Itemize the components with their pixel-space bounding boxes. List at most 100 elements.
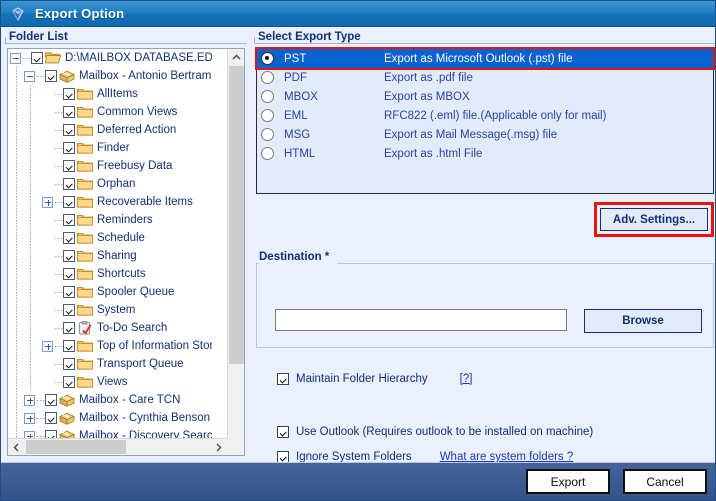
tree-item[interactable]: D:\MAILBOX DATABASE.EDB [8,49,212,67]
tree-item[interactable]: Recoverable Items [8,193,212,211]
export-type-name: MSG [284,129,384,141]
tree-item-checkbox[interactable] [63,160,75,172]
tree-item[interactable]: Finder [8,139,212,157]
tree-item[interactable]: Mailbox - Care TCN [8,391,212,409]
tree-expander-spacer [42,161,53,172]
tree-item[interactable]: Mailbox - Antonio Bertram [8,67,212,85]
tree-item[interactable]: Reminders [8,211,212,229]
tree-guide-line [30,85,31,391]
tree-item[interactable]: To-Do Search [8,319,212,337]
tree-item-label: AllItems [96,88,138,100]
export-button[interactable]: Export [526,469,610,494]
tree-item-checkbox[interactable] [63,268,75,280]
tree-item-checkbox[interactable] [45,70,57,82]
tree-item-checkbox[interactable] [63,232,75,244]
export-type-row-pdf[interactable]: PDFExport as .pdf file [257,68,713,87]
tree-item-checkbox[interactable] [63,196,75,208]
folder-icon [77,105,93,119]
tree-item[interactable]: Freebusy Data [8,157,212,175]
collapse-minus-icon[interactable] [10,53,21,64]
export-type-description: Export as Mail Message(.msg) file [384,129,713,141]
export-type-radio[interactable] [261,71,274,84]
tree-hscroll-thumb[interactable] [26,440,126,454]
export-type-row-html[interactable]: HTMLExport as .html File [257,144,713,163]
tree-item[interactable]: Deferred Action [8,121,212,139]
export-type-description: Export as .html File [384,148,713,160]
tree-connector [55,148,63,149]
scroll-up-button[interactable] [228,49,245,66]
destination-input[interactable] [275,309,567,331]
export-type-row-mbox[interactable]: MBOXExport as MBOX [257,87,713,106]
tree-item-label: Mailbox - Antonio Bertram [78,70,211,82]
maintain-folder-hierarchy-checkbox[interactable] [277,373,289,385]
tree-item-checkbox[interactable] [63,250,75,262]
tree-horizontal-scrollbar[interactable] [8,438,227,455]
expand-plus-icon[interactable] [24,413,35,424]
tree-item-checkbox[interactable] [63,106,75,118]
collapse-minus-icon[interactable] [24,71,35,82]
mailbox-icon [59,411,75,425]
export-type-list[interactable]: PSTExport as Microsoft Outlook (.pst) fi… [256,48,714,194]
tree-item[interactable]: Views [8,373,212,391]
folder-icon [77,285,93,299]
tree-item[interactable]: Sharing [8,247,212,265]
export-type-radio[interactable] [261,128,274,141]
tree-item[interactable]: Common Views [8,103,212,121]
tree-item-checkbox[interactable] [45,412,57,424]
tree-item[interactable]: Top of Information Store [8,337,212,355]
tree-connector [23,58,31,59]
tree-item[interactable]: Transport Queue [8,355,212,373]
tree-item-checkbox[interactable] [63,88,75,100]
tree-item[interactable]: Orphan [8,175,212,193]
maintain-folder-hierarchy-option[interactable]: Maintain Folder Hierarchy [?] [277,373,472,385]
tree-item-checkbox[interactable] [45,394,57,406]
tree-vertical-scrollbar[interactable] [227,49,244,455]
folder-list-label: Folder List [9,31,68,43]
tree-item-checkbox[interactable] [31,52,43,64]
tree-connector [55,238,63,239]
tree-item-checkbox[interactable] [63,124,75,136]
export-type-radio[interactable] [261,147,274,160]
export-type-row-msg[interactable]: MSGExport as Mail Message(.msg) file [257,125,713,144]
cancel-button[interactable]: Cancel [623,469,707,494]
adv-settings-button[interactable]: Adv. Settings... [600,208,708,231]
export-type-row-eml[interactable]: EMLRFC822 (.eml) file.(Applicable only f… [257,106,713,125]
tree-item-checkbox[interactable] [63,178,75,190]
folder-tree[interactable]: D:\MAILBOX DATABASE.EDB Mailbox - Antonio… [7,48,245,456]
tree-item[interactable]: Schedule [8,229,212,247]
tree-item[interactable]: Spooler Queue [8,283,212,301]
tree-guide-line [16,67,17,439]
export-type-row-pst[interactable]: PSTExport as Microsoft Outlook (.pst) fi… [257,49,713,68]
tree-connector [37,418,45,419]
tree-item[interactable]: Shortcuts [8,265,212,283]
export-type-radio[interactable] [261,90,274,103]
tree-item-checkbox[interactable] [63,142,75,154]
tree-item-checkbox[interactable] [63,376,75,388]
export-type-radio[interactable] [261,52,274,65]
tree-item-checkbox[interactable] [63,340,75,352]
tree-item[interactable]: AllItems [8,85,212,103]
tree-vscroll-thumb[interactable] [229,66,244,364]
browse-button[interactable]: Browse [584,309,702,333]
tree-connector [55,328,63,329]
expand-plus-icon[interactable] [42,341,53,352]
tree-item[interactable]: System [8,301,212,319]
tree-expander-spacer [42,287,53,298]
tree-expander-spacer [42,251,53,262]
scroll-right-button[interactable] [210,439,227,455]
tree-item-checkbox[interactable] [63,214,75,226]
use-outlook-checkbox[interactable] [277,426,289,438]
use-outlook-option[interactable]: Use Outlook (Requires outlook to be inst… [277,426,593,438]
export-type-radio[interactable] [261,109,274,122]
tree-item-checkbox[interactable] [63,286,75,298]
expand-plus-icon[interactable] [24,395,35,406]
tree-item-checkbox[interactable] [63,358,75,370]
tree-item-checkbox[interactable] [63,322,75,334]
adv-settings-highlight: Adv. Settings... [594,202,714,237]
scroll-left-button[interactable] [8,439,25,455]
tree-item[interactable]: Mailbox - Cynthia Benson [8,409,212,427]
tree-item-checkbox[interactable] [63,304,75,316]
maintain-hierarchy-help-link[interactable]: [?] [460,373,473,385]
expand-plus-icon[interactable] [42,197,53,208]
tree-item-label: Views [96,376,127,388]
